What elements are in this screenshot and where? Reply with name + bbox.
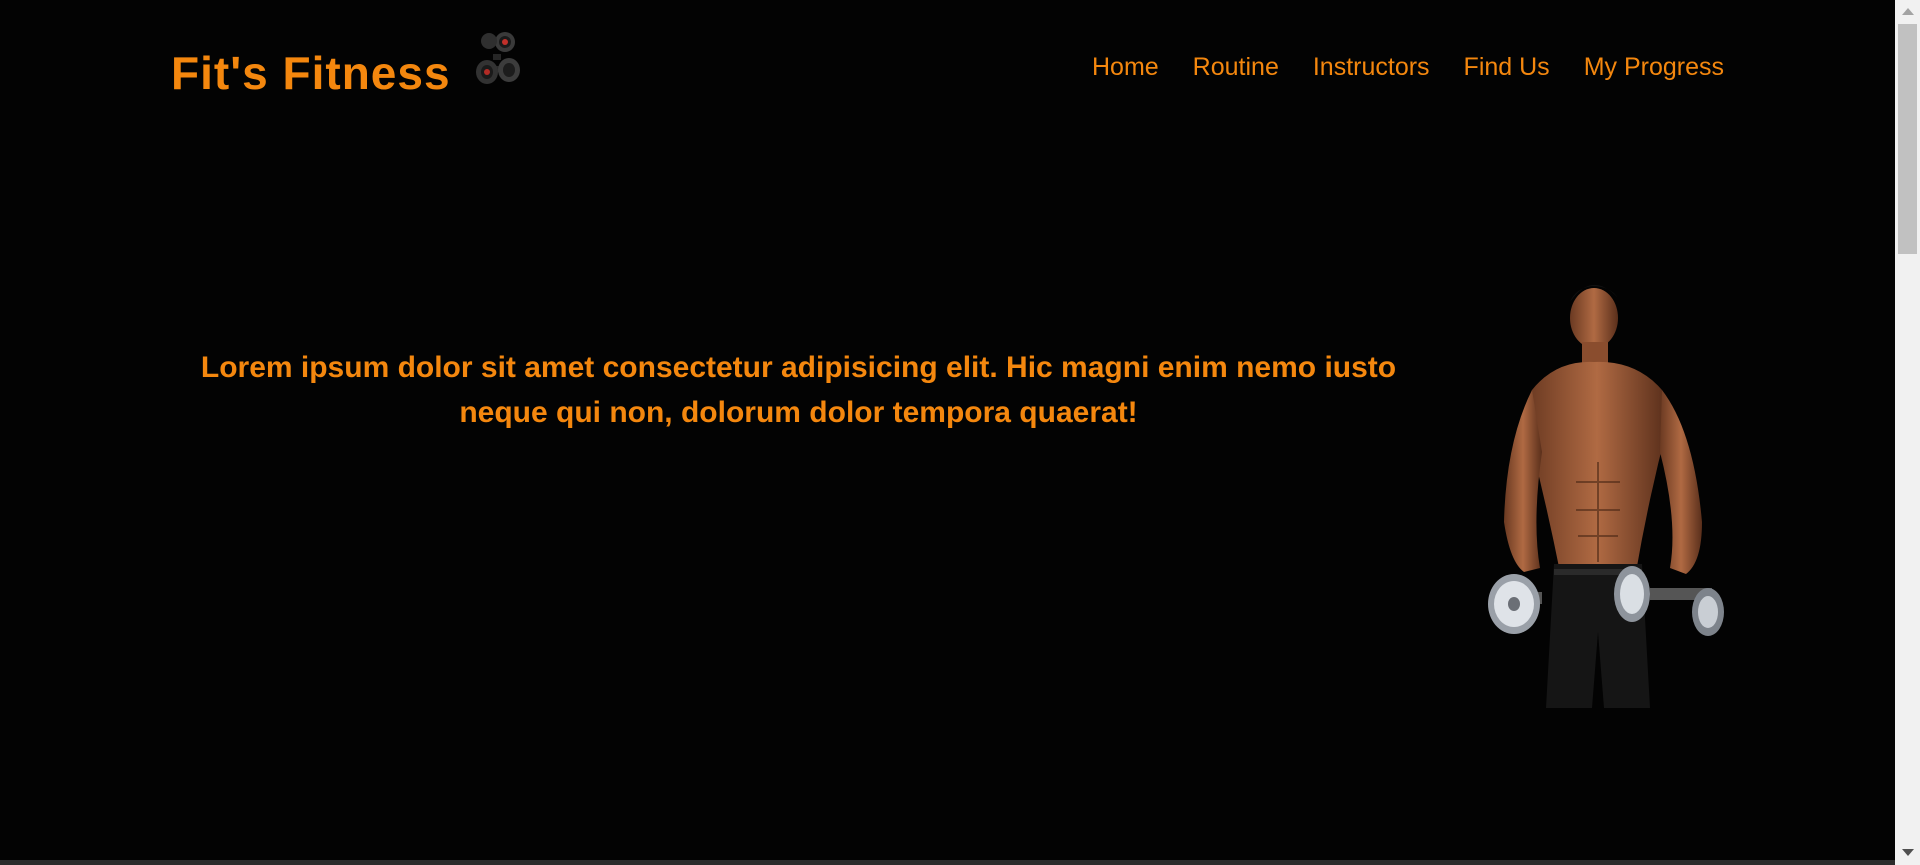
- brand[interactable]: Fit's Fitness: [171, 32, 521, 96]
- scroll-thumb[interactable]: [1898, 24, 1917, 254]
- nav-instructors[interactable]: Instructors: [1313, 52, 1430, 82]
- page: Fit's Fitness Home Routine Instructors F…: [0, 0, 1895, 860]
- scroll-down-arrow-icon[interactable]: [1902, 849, 1914, 856]
- hero-text: Lorem ipsum dolor sit amet consectetur a…: [200, 351, 1397, 429]
- athlete-image: [1488, 284, 1724, 708]
- nav-home[interactable]: Home: [1092, 52, 1159, 82]
- scroll-up-arrow-icon[interactable]: [1902, 8, 1914, 15]
- dumbbell-icon: [475, 32, 520, 84]
- nav-routine[interactable]: Routine: [1193, 52, 1279, 82]
- vertical-scrollbar[interactable]: [1895, 0, 1920, 865]
- bottom-edge: [0, 860, 1895, 865]
- main-nav: Home Routine Instructors Find Us My Prog…: [1092, 52, 1724, 82]
- nav-my-progress[interactable]: My Progress: [1584, 52, 1724, 82]
- nav-find-us[interactable]: Find Us: [1464, 52, 1550, 82]
- brand-title[interactable]: Fit's Fitness: [171, 50, 451, 96]
